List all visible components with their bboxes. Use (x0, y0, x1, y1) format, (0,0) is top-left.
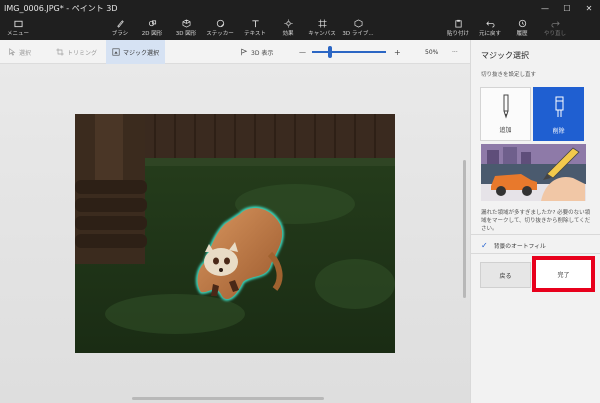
photo-canvas[interactable] (75, 114, 395, 353)
text-icon (251, 20, 259, 28)
close-button[interactable]: ✕ (578, 0, 600, 16)
clipboard-icon (454, 19, 462, 28)
zoom-out-button[interactable]: — (299, 44, 306, 60)
canvas-tool[interactable]: キャンバス (306, 16, 338, 40)
menu-button[interactable]: メニュー (2, 16, 34, 40)
shapes-2d-tool[interactable]: 2D 図形 (136, 16, 168, 40)
text-tool[interactable]: テキスト (240, 16, 270, 40)
shapes-3d-tool[interactable]: 3D 図形 (170, 16, 202, 40)
brush-icon (116, 20, 124, 28)
minimize-button[interactable]: — (534, 0, 556, 16)
back-button[interactable]: 戻る (480, 262, 531, 288)
redo-button[interactable]: やり直し (540, 16, 570, 40)
red-panda-photo (75, 114, 395, 353)
selection-toolbar: 選択 トリミング マジック選択 3D 表示 — + 50% ··· (0, 40, 470, 64)
library-3d-icon (354, 19, 362, 28)
zoom-slider-thumb[interactable] (328, 46, 332, 58)
divider (471, 253, 600, 254)
divider (471, 234, 600, 235)
magic-select-panel: マジック選択 切り抜きを設定し直す 追加 削除 漏れた領域が多すぎましたか? 必… (470, 40, 600, 403)
window-controls: — ☐ ✕ (534, 0, 600, 16)
history-button[interactable]: 履歴 (508, 16, 536, 40)
panel-description: 切り抜きを設定し直す (481, 72, 537, 78)
horizontal-scrollbar[interactable] (132, 397, 324, 400)
undo-button[interactable]: 元に戻す (476, 16, 504, 40)
history-icon (518, 19, 526, 28)
help-text: 漏れた領域が多すぎましたか? 必要のない領域をマークして、切り抜きから削除してく… (481, 210, 591, 232)
zoom-slider-track[interactable] (312, 51, 386, 53)
canvas-icon (317, 19, 327, 28)
pencil-icon (503, 94, 508, 119)
done-button[interactable]: 完了 (532, 256, 595, 292)
effects-tool[interactable]: 効果 (274, 16, 302, 40)
paste-button[interactable]: 貼り付け (446, 16, 470, 40)
ribbon-toolbar: メニュー ブラシ 2D 図形 3D 図形 ステッカー テキスト 効果 キャンバス… (0, 16, 600, 40)
more-options-button[interactable]: ··· (452, 44, 458, 60)
vertical-scrollbar[interactable] (463, 160, 466, 298)
brush-tool[interactable]: ブラシ (106, 16, 134, 40)
panel-title: マジック選択 (481, 51, 529, 60)
select-tool[interactable]: 選択 (8, 44, 31, 60)
window-title: IMG_0006.JPG* - ペイント 3D (4, 3, 118, 13)
zoom-level: 50% (425, 48, 439, 56)
magic-select-tool[interactable]: マジック選択 (106, 40, 166, 64)
folder-icon (13, 20, 23, 28)
maximize-button[interactable]: ☐ (556, 0, 578, 16)
autofill-label: 背景のオートフィル (493, 244, 546, 250)
sun-icon (283, 19, 293, 28)
remove-illustration (481, 144, 586, 201)
sticker-icon (216, 19, 224, 28)
view-3d-button[interactable]: 3D 表示 (240, 44, 273, 60)
sticker-tool[interactable]: ステッカー (204, 16, 236, 40)
title-bar: IMG_0006.JPG* - ペイント 3D — ☐ ✕ (0, 0, 600, 16)
autofill-option[interactable]: ✓ 背景のオートフィル (481, 241, 546, 250)
cursor-icon (9, 48, 16, 56)
cube-icon (182, 19, 190, 28)
crop-tool[interactable]: トリミング (56, 44, 97, 60)
add-mode-button[interactable]: 追加 (480, 87, 531, 141)
undo-icon (485, 21, 494, 28)
flag-icon (241, 48, 248, 56)
magic-select-icon (112, 48, 120, 56)
check-icon: ✓ (481, 241, 488, 250)
remove-mode-button[interactable]: 削除 (533, 87, 584, 141)
eraser-icon (555, 96, 563, 117)
shapes-2d-icon (148, 20, 156, 27)
crop-icon (56, 48, 64, 56)
done-label: 完了 (557, 271, 570, 279)
redo-icon (551, 21, 560, 28)
library-3d-tool[interactable]: 3D ライブ... (340, 16, 376, 40)
zoom-in-button[interactable]: + (394, 44, 401, 60)
